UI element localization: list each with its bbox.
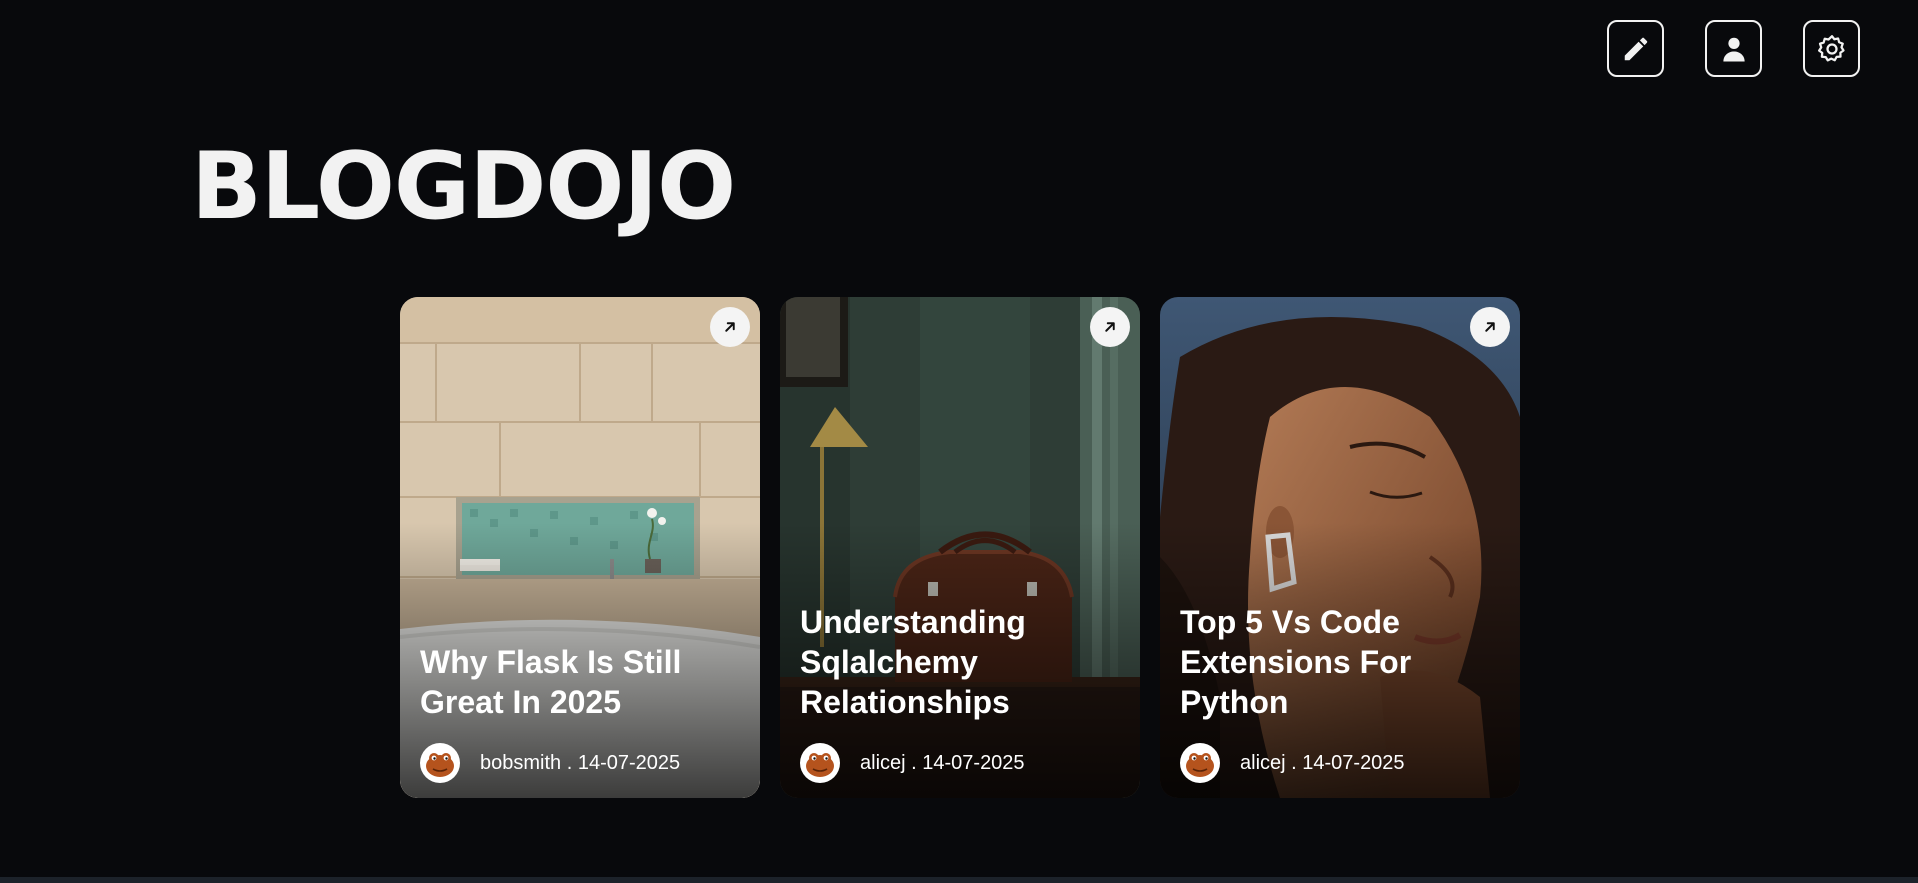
write-button[interactable] [1607, 20, 1664, 77]
open-post-button[interactable] [710, 307, 750, 347]
header-actions [1607, 20, 1860, 77]
post-meta: alicej . 14-07-2025 [1180, 743, 1405, 783]
post-title[interactable]: Top 5 Vs Code Extensions For Python [1180, 602, 1496, 722]
post-byline: alicej . 14-07-2025 [1240, 752, 1405, 775]
post-author[interactable]: alicej [1240, 752, 1286, 775]
card-gradient [780, 297, 1140, 798]
open-post-button[interactable] [1090, 307, 1130, 347]
post-card[interactable]: Understanding Sqlalchemy Relationships a… [780, 297, 1140, 798]
post-date: 14-07-2025 [577, 751, 681, 774]
post-meta: bobsmith . 14-07-2025 [420, 743, 680, 783]
byline-separator: . [561, 751, 578, 774]
arrow-up-right-icon [1105, 322, 1115, 332]
card-gradient [1160, 297, 1520, 798]
gear-icon [1817, 34, 1845, 61]
post-cards: Why Flask Is Still Great In 2025 bobsmit… [400, 297, 1520, 798]
card-gradient [400, 297, 760, 798]
avatar [1180, 743, 1220, 783]
arrow-up-right-icon [1485, 322, 1495, 332]
post-date: 14-07-2025 [1302, 751, 1405, 774]
post-title[interactable]: Why Flask Is Still Great In 2025 [420, 642, 736, 722]
post-byline: alicej . 14-07-2025 [860, 752, 1025, 775]
pencil-icon [1624, 37, 1647, 60]
post-title[interactable]: Understanding Sqlalchemy Relationships [800, 602, 1116, 722]
post-date: 14-07-2025 [922, 751, 1025, 774]
user-icon [1722, 37, 1745, 61]
arrow-up-right-icon [725, 322, 735, 332]
post-author[interactable]: bobsmith [480, 752, 561, 775]
profile-button[interactable] [1705, 20, 1762, 77]
avatar [800, 743, 840, 783]
bottom-scrollbar-strip [0, 877, 1918, 883]
frog-avatar-icon [806, 753, 834, 777]
byline-separator: . [905, 751, 923, 774]
avatar [420, 743, 460, 783]
post-meta: alicej . 14-07-2025 [800, 743, 1025, 783]
post-card[interactable]: Why Flask Is Still Great In 2025 bobsmit… [400, 297, 760, 798]
post-byline: bobsmith . 14-07-2025 [480, 752, 680, 775]
byline-separator: . [1285, 751, 1303, 774]
page: BLOGDOJO Why Flask Is Still Great In 202… [0, 0, 1918, 883]
site-title: BLOGDOJO [191, 132, 736, 240]
open-post-button[interactable] [1470, 307, 1510, 347]
frog-avatar-icon [1186, 753, 1214, 777]
post-card[interactable]: Top 5 Vs Code Extensions For Python alic… [1160, 297, 1520, 798]
post-author[interactable]: alicej [860, 752, 906, 775]
frog-avatar-icon [426, 753, 454, 777]
settings-button[interactable] [1803, 20, 1860, 77]
